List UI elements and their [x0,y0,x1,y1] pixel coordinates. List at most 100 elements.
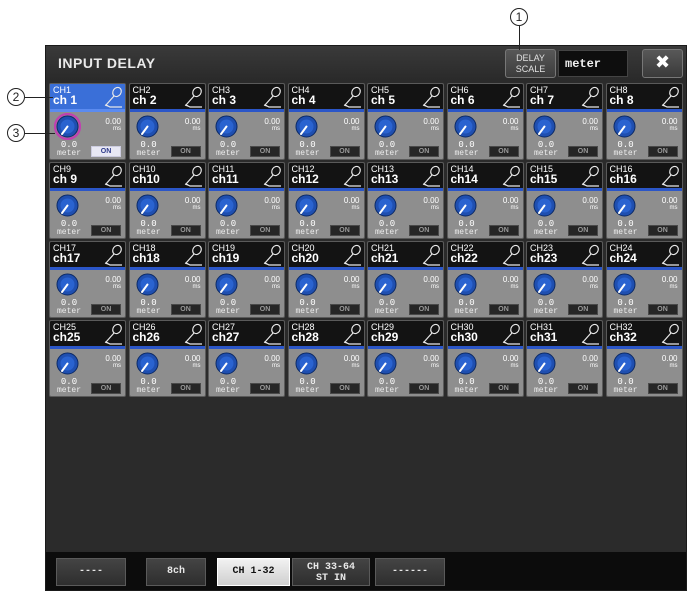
channel-header[interactable]: CH24 ch24 [606,242,682,267]
delay-knob[interactable] [293,113,320,140]
channel-strip[interactable]: CH19 ch19 0.00 ms 0.0 meter ON [208,241,285,318]
tab-1[interactable]: 8ch [146,558,206,586]
delay-on-button[interactable]: ON [568,225,598,236]
channel-strip[interactable]: CH16 ch16 0.00 ms 0.0 meter ON [605,162,683,239]
channel-header[interactable]: CH14 ch14 [447,163,523,188]
channel-header[interactable]: CH16 ch16 [606,163,682,188]
delay-knob[interactable] [372,350,399,377]
channel-header[interactable]: CH9 ch 9 [50,163,125,188]
delay-on-button[interactable]: ON [647,146,678,157]
delay-knob[interactable] [531,113,558,140]
delay-knob[interactable] [54,192,81,219]
delay-on-button[interactable]: ON [568,146,598,157]
delay-on-button[interactable]: ON [250,146,280,157]
delay-on-button[interactable]: ON [250,225,280,236]
delay-scale-value[interactable]: meter [558,50,628,77]
delay-on-button[interactable]: ON [329,304,360,315]
delay-on-button[interactable]: ON [91,383,121,394]
channel-strip[interactable]: CH15 ch15 0.00 ms 0.0 meter ON [526,162,603,239]
channel-header[interactable]: CH3 ch 3 [209,84,284,109]
delay-knob[interactable] [611,350,638,377]
channel-header[interactable]: CH23 ch23 [527,242,602,267]
delay-knob[interactable] [452,271,479,298]
channel-header[interactable]: CH13 ch13 [368,163,443,188]
channel-header[interactable]: CH10 ch10 [129,163,205,188]
channel-header[interactable]: CH26 ch26 [129,321,205,346]
channel-header[interactable]: CH8 ch 8 [606,84,682,109]
channel-strip[interactable]: CH12 ch12 0.00 ms 0.0 meter ON [287,162,365,239]
delay-on-button[interactable]: ON [488,146,519,157]
channel-header[interactable]: CH32 ch32 [606,321,682,346]
delay-on-button[interactable]: ON [488,383,519,394]
channel-strip[interactable]: CH10 ch10 0.00 ms 0.0 meter ON [128,162,206,239]
channel-header[interactable]: CH21 ch21 [368,242,443,267]
delay-on-button[interactable]: ON [170,383,201,394]
channel-header[interactable]: CH15 ch15 [527,163,602,188]
channel-header[interactable]: CH12 ch12 [288,163,364,188]
tab-4[interactable]: ------ [375,558,445,586]
delay-on-button[interactable]: ON [329,225,360,236]
channel-header[interactable]: CH2 ch 2 [129,84,205,109]
channel-strip[interactable]: CH14 ch14 0.00 ms 0.0 meter ON [446,162,524,239]
delay-on-button[interactable]: ON [409,225,439,236]
channel-strip[interactable]: CH28 ch28 0.00 ms 0.0 meter ON [287,320,365,397]
delay-on-button[interactable]: ON [91,304,121,315]
delay-on-button[interactable]: ON [91,146,121,157]
channel-header[interactable]: CH28 ch28 [288,321,364,346]
delay-knob[interactable] [213,113,240,140]
delay-knob[interactable] [134,192,161,219]
tab-2[interactable]: CH 1-32 [217,558,290,586]
delay-on-button[interactable]: ON [170,146,201,157]
channel-strip[interactable]: CH18 ch18 0.00 ms 0.0 meter ON [128,241,206,318]
channel-header[interactable]: CH25 ch25 [50,321,125,346]
delay-knob[interactable] [452,350,479,377]
delay-on-button[interactable]: ON [170,304,201,315]
delay-on-button[interactable]: ON [568,383,598,394]
channel-header[interactable]: CH20 ch20 [288,242,364,267]
delay-knob[interactable] [611,271,638,298]
delay-on-button[interactable]: ON [409,304,439,315]
channel-header[interactable]: CH7 ch 7 [527,84,602,109]
channel-strip[interactable]: CH11 ch11 0.00 ms 0.0 meter ON [208,162,285,239]
delay-on-button[interactable]: ON [329,146,360,157]
channel-header[interactable]: CH19 ch19 [209,242,284,267]
delay-knob[interactable] [452,192,479,219]
channel-header[interactable]: CH30 ch30 [447,321,523,346]
channel-strip[interactable]: CH31 ch31 0.00 ms 0.0 meter ON [526,320,603,397]
channel-strip[interactable]: CH13 ch13 0.00 ms 0.0 meter ON [367,162,444,239]
delay-on-button[interactable]: ON [409,383,439,394]
delay-on-button[interactable]: ON [409,146,439,157]
channel-strip[interactable]: CH6 ch 6 0.00 ms 0.0 meter ON [446,83,524,160]
delay-knob[interactable] [372,113,399,140]
channel-strip[interactable]: CH21 ch21 0.00 ms 0.0 meter ON [367,241,444,318]
channel-header[interactable]: CH17 ch17 [50,242,125,267]
channel-strip[interactable]: CH23 ch23 0.00 ms 0.0 meter ON [526,241,603,318]
delay-on-button[interactable]: ON [488,225,519,236]
delay-knob[interactable] [531,271,558,298]
delay-knob[interactable] [531,192,558,219]
tab-0[interactable]: ---- [56,558,126,586]
channel-header[interactable]: CH18 ch18 [129,242,205,267]
delay-knob[interactable] [134,271,161,298]
delay-on-button[interactable]: ON [170,225,201,236]
delay-knob[interactable] [53,112,82,141]
delay-on-button[interactable]: ON [647,304,678,315]
delay-on-button[interactable]: ON [250,304,280,315]
delay-on-button[interactable]: ON [329,383,360,394]
channel-strip[interactable]: CH27 ch27 0.00 ms 0.0 meter ON [208,320,285,397]
channel-header[interactable]: CH6 ch 6 [447,84,523,109]
delay-knob[interactable] [293,271,320,298]
channel-strip[interactable]: CH32 ch32 0.00 ms 0.0 meter ON [605,320,683,397]
delay-on-button[interactable]: ON [91,225,121,236]
channel-header[interactable]: CH4 ch 4 [288,84,364,109]
delay-on-button[interactable]: ON [647,383,678,394]
channel-strip[interactable]: CH24 ch24 0.00 ms 0.0 meter ON [605,241,683,318]
delay-knob[interactable] [372,271,399,298]
channel-strip[interactable]: CH3 ch 3 0.00 ms 0.0 meter ON [208,83,285,160]
channel-header[interactable]: CH29 ch29 [368,321,443,346]
delay-knob[interactable] [611,192,638,219]
channel-strip[interactable]: CH26 ch26 0.00 ms 0.0 meter ON [128,320,206,397]
channel-strip[interactable]: CH1 ch 1 0.00 ms 0.0 meter ON [49,83,126,160]
delay-knob[interactable] [213,192,240,219]
channel-strip[interactable]: CH17 ch17 0.00 ms 0.0 meter ON [49,241,126,318]
